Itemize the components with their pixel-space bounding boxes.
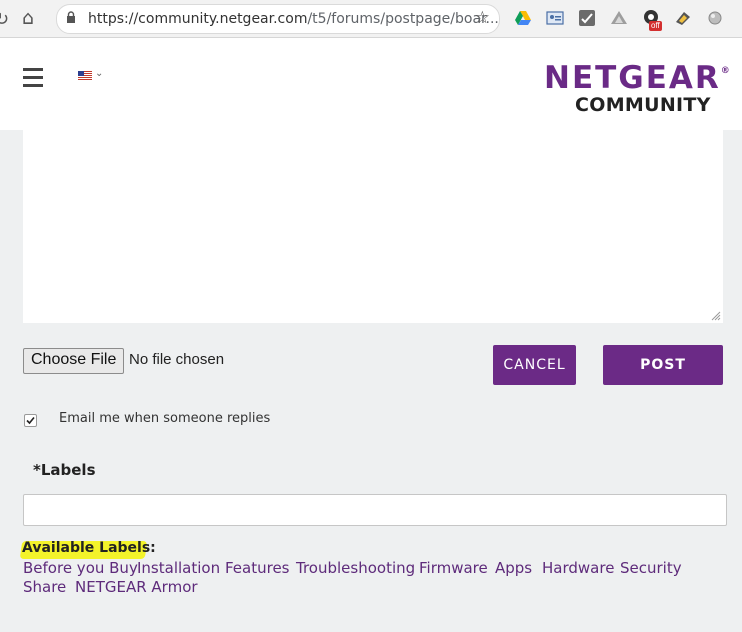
home-icon[interactable]: ⌂ [22, 7, 34, 29]
browser-toolbar: ↻ ⌂ https://community.netgear.com/t5/for… [0, 0, 742, 38]
site-header: ⌄ NETGEAR® COMMUNITY [0, 38, 742, 130]
drive-triangle-icon[interactable] [610, 9, 628, 27]
checkmark-extension-icon[interactable] [578, 9, 596, 27]
google-drive-icon[interactable] [514, 9, 532, 27]
cancel-button[interactable]: CANCEL [493, 345, 576, 385]
bookmark-star-icon[interactable]: ☆ [475, 8, 490, 28]
choose-file-button[interactable]: Choose File [23, 348, 125, 374]
lock-icon [67, 11, 75, 23]
netgear-logo[interactable]: NETGEAR® [544, 60, 730, 96]
label-link-firmware[interactable]: Firmware [419, 559, 488, 577]
clipper-icon[interactable] [674, 9, 692, 27]
community-logo-text: COMMUNITY [575, 94, 711, 116]
label-link-features[interactable]: Features [225, 559, 290, 577]
hamburger-menu-icon[interactable] [23, 68, 43, 92]
available-labels-heading: Available Labels: [22, 540, 156, 556]
email-replies-label: Email me when someone replies [59, 411, 271, 426]
label-link-hardware[interactable]: Hardware [542, 559, 614, 577]
label-link-security[interactable]: Security [620, 559, 682, 577]
label-link-troubleshooting[interactable]: Troubleshooting [296, 559, 415, 577]
photo-extension-icon[interactable] [546, 9, 564, 27]
circle-extension-icon[interactable] [706, 9, 724, 27]
post-button[interactable]: POST [603, 345, 723, 385]
label-link-before-you-buy[interactable]: Before you Buy [23, 559, 138, 577]
url-text: https://community.netgear.com/t5/forums/… [88, 11, 499, 27]
resize-handle-icon[interactable] [711, 311, 721, 321]
chevron-down-icon[interactable]: ⌄ [95, 68, 103, 79]
label-link-apps[interactable]: Apps [495, 559, 532, 577]
label-link-installation[interactable]: Installation [137, 559, 220, 577]
no-file-text: No file chosen [129, 351, 225, 368]
email-replies-checkbox[interactable] [24, 414, 37, 427]
labels-input[interactable] [23, 494, 727, 526]
reload-icon[interactable]: ↻ [0, 9, 9, 30]
address-bar[interactable]: https://community.netgear.com/t5/forums/… [56, 4, 500, 34]
message-editor[interactable] [23, 130, 723, 323]
us-flag-icon[interactable] [78, 71, 92, 80]
label-link-netgear-armor[interactable]: NETGEAR Armor [75, 578, 198, 596]
label-link-share[interactable]: Share [23, 578, 66, 596]
off-badge: off [649, 21, 662, 31]
checkmark-icon [26, 416, 35, 425]
labels-heading: *Labels [33, 461, 96, 479]
